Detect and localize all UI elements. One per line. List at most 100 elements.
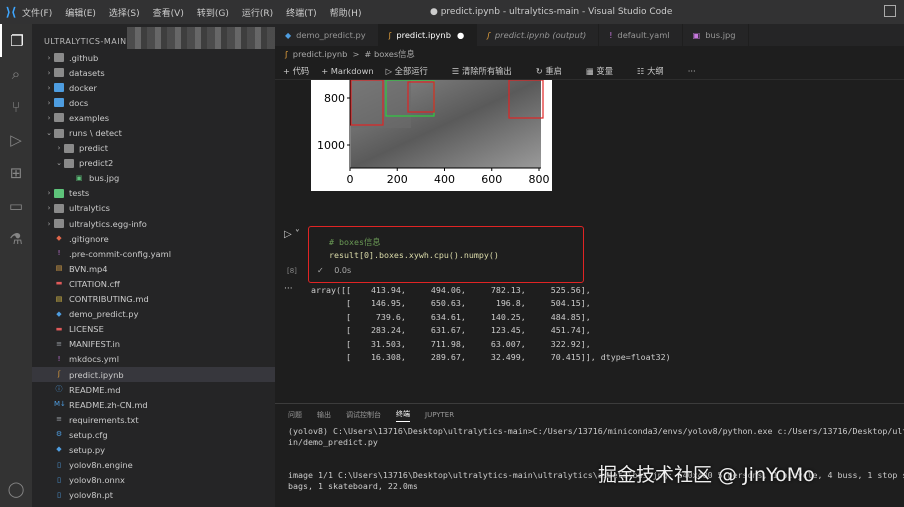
file-tree-item[interactable]: ⌄ predict2 (32, 156, 275, 171)
outline-label: 大纲 (647, 65, 664, 76)
file-tree-item[interactable]: ▬ CITATION.cff (32, 276, 275, 291)
account-icon[interactable]: ◯ (0, 472, 32, 505)
file-tree-item[interactable]: › .github (32, 50, 275, 65)
menu-item[interactable]: 选择(S) (109, 9, 140, 19)
output-line: [ 31.503, 711.98, 63.007, 322.92], (311, 338, 591, 349)
chevron-right-icon[interactable]: › (44, 114, 54, 122)
editor-tab[interactable]: ʃ predict.ipynb ● (378, 24, 478, 46)
add-markdown-button[interactable]: + Markdown (321, 66, 373, 76)
file-tree-item[interactable]: › examples (32, 110, 275, 125)
clear-outputs-button[interactable]: ☰ 清除所有输出 (452, 65, 524, 77)
menu-item[interactable]: 查看(V) (153, 9, 184, 19)
run-cell-button[interactable]: ▷ ˅ (284, 229, 300, 240)
file-tree-item[interactable]: ⚙ setup.cfg (32, 427, 275, 442)
file-tree-label: yolov8n.engine (69, 460, 133, 471)
restore-window-icon[interactable] (884, 5, 896, 17)
panel-tab[interactable]: 问题 (288, 410, 302, 420)
file-tree-item[interactable]: ≡ requirements.txt (32, 412, 275, 427)
file-tree-item[interactable]: ▬ LICENSE (32, 322, 275, 337)
file-tree-item[interactable]: M↓ README.zh-CN.md (32, 397, 275, 412)
folder-icon (54, 203, 64, 213)
menu-item[interactable]: 转到(G) (197, 9, 229, 19)
chevron-right-icon[interactable]: › (44, 69, 54, 77)
code-line: result[0].boxes.xywh.cpu().numpy() (329, 250, 499, 260)
file-tree-item[interactable]: ◆ setup.py (32, 442, 275, 457)
file-tree-item[interactable]: ▯ yolov8n.onnx (32, 473, 275, 488)
chevron-right-icon[interactable]: › (44, 189, 54, 197)
menu-item[interactable]: 编辑(E) (65, 9, 96, 19)
file-tree-item[interactable]: ▯ yolov8n.pt (32, 488, 275, 503)
file-tree-item[interactable]: ≡ MANIFEST.in (32, 337, 275, 352)
file-tree-item[interactable]: ▣ bus.jpg (32, 171, 275, 186)
chevron-right-icon[interactable]: › (44, 99, 54, 107)
outline-button[interactable]: ☷ 大纲 (637, 65, 676, 77)
testing-icon[interactable]: ⚗ (0, 222, 32, 255)
menu-item[interactable]: 运行(R) (242, 9, 273, 19)
file-tree-item[interactable]: › docs (32, 95, 275, 110)
menu-item[interactable]: 帮助(H) (330, 9, 362, 19)
file-icon: ▤ (55, 264, 63, 273)
variables-button[interactable]: ▦ 变量 (586, 65, 625, 77)
unsaved-dot-icon[interactable]: ● (457, 30, 464, 40)
file-tree-label: runs \ detect (69, 128, 122, 139)
folder-icon (54, 219, 64, 229)
file-icon: ! (57, 249, 61, 258)
file-icon: ▤ (55, 294, 63, 303)
file-tree-item[interactable]: ◆ demo_predict.py (32, 307, 275, 322)
panel-tab[interactable]: JUPYTER (425, 411, 454, 419)
panel-tab[interactable]: 输出 (317, 410, 331, 420)
explorer-icon[interactable]: ❐ (0, 24, 32, 57)
detection-plot: 800 1000 0 200 400 600 800 (317, 79, 550, 186)
file-tree-item[interactable]: › docker (32, 80, 275, 95)
panel-tab[interactable]: 调试控制台 (346, 410, 381, 420)
file-tree-item[interactable]: ! .pre-commit-config.yaml (32, 246, 275, 261)
chevron-down-icon[interactable]: ⌄ (44, 129, 54, 137)
code-cell[interactable]: # boxes信息 result[0].boxes.xywh.cpu().num… (308, 226, 584, 283)
panel-tab[interactable]: 终端 (396, 409, 410, 422)
chevron-right-icon[interactable]: › (44, 54, 54, 62)
file-tree-item[interactable]: › datasets (32, 65, 275, 80)
file-tree-item[interactable]: ʃ predict.ipynb (32, 366, 275, 383)
remote-explorer-icon[interactable]: ▭ (0, 189, 32, 222)
file-tree-item[interactable]: ! mkdocs.yml (32, 352, 275, 367)
chevron-right-icon[interactable]: › (44, 84, 54, 92)
file-tree-item[interactable]: › tests (32, 186, 275, 201)
add-code-button[interactable]: + 代码 (283, 65, 309, 77)
more-actions-button[interactable]: ··· (688, 66, 696, 76)
output-actions-button[interactable]: ··· (284, 284, 293, 294)
search-icon[interactable]: ⌕ (0, 57, 32, 90)
file-tree-label: LICENSE (69, 324, 104, 335)
menu-item[interactable]: 文件(F) (22, 9, 52, 19)
file-tree-item[interactable]: ⌄ runs \ detect (32, 125, 275, 140)
restart-button[interactable]: ↻ 重启 (536, 65, 574, 77)
source-control-icon[interactable]: ⑂ (0, 90, 32, 123)
extensions-icon[interactable]: ⊞ (0, 156, 32, 189)
chevron-right-icon[interactable]: › (44, 204, 54, 212)
editor-tab[interactable]: ! default.yaml (599, 24, 683, 46)
file-tree-label: tests (69, 188, 90, 199)
editor-tab[interactable]: ▣ bus.jpg (683, 24, 749, 46)
run-all-button[interactable]: ▷ 全部运行 (386, 65, 440, 77)
file-tree-item[interactable]: ▤ CONTRIBUTING.md (32, 292, 275, 307)
folder-icon (54, 83, 64, 93)
breadcrumb-file[interactable]: predict.ipynb (293, 49, 348, 59)
chevron-right-icon[interactable]: › (44, 220, 54, 228)
breadcrumb-section[interactable]: # boxes信息 (364, 48, 414, 60)
editor-tab[interactable]: ◆ demo_predict.py (275, 24, 379, 46)
run-debug-icon[interactable]: ▷ (0, 123, 32, 156)
x-ticks: 0 200 400 600 800 (347, 168, 550, 186)
file-tree-item[interactable]: › ultralytics.egg-info (32, 216, 275, 231)
chevron-right-icon[interactable]: › (54, 144, 64, 152)
file-tree-item[interactable]: › predict (32, 141, 275, 156)
file-tree-item[interactable]: ◆ .gitignore (32, 231, 275, 246)
file-tree-item[interactable]: ⓘ README.md (32, 382, 275, 397)
file-tree-item[interactable]: ▤ BVN.mp4 (32, 261, 275, 276)
file-tree-item[interactable]: › ultralytics (32, 201, 275, 216)
chevron-down-icon[interactable]: ⌄ (54, 159, 64, 167)
file-icon: ▣ (75, 173, 83, 182)
menu-item[interactable]: 终端(T) (286, 9, 317, 19)
editor-tab[interactable]: ʃ predict.ipynb (output) (477, 24, 600, 46)
folder-icon (54, 98, 64, 108)
file-tree-item[interactable]: ▯ yolov8n.engine (32, 458, 275, 473)
